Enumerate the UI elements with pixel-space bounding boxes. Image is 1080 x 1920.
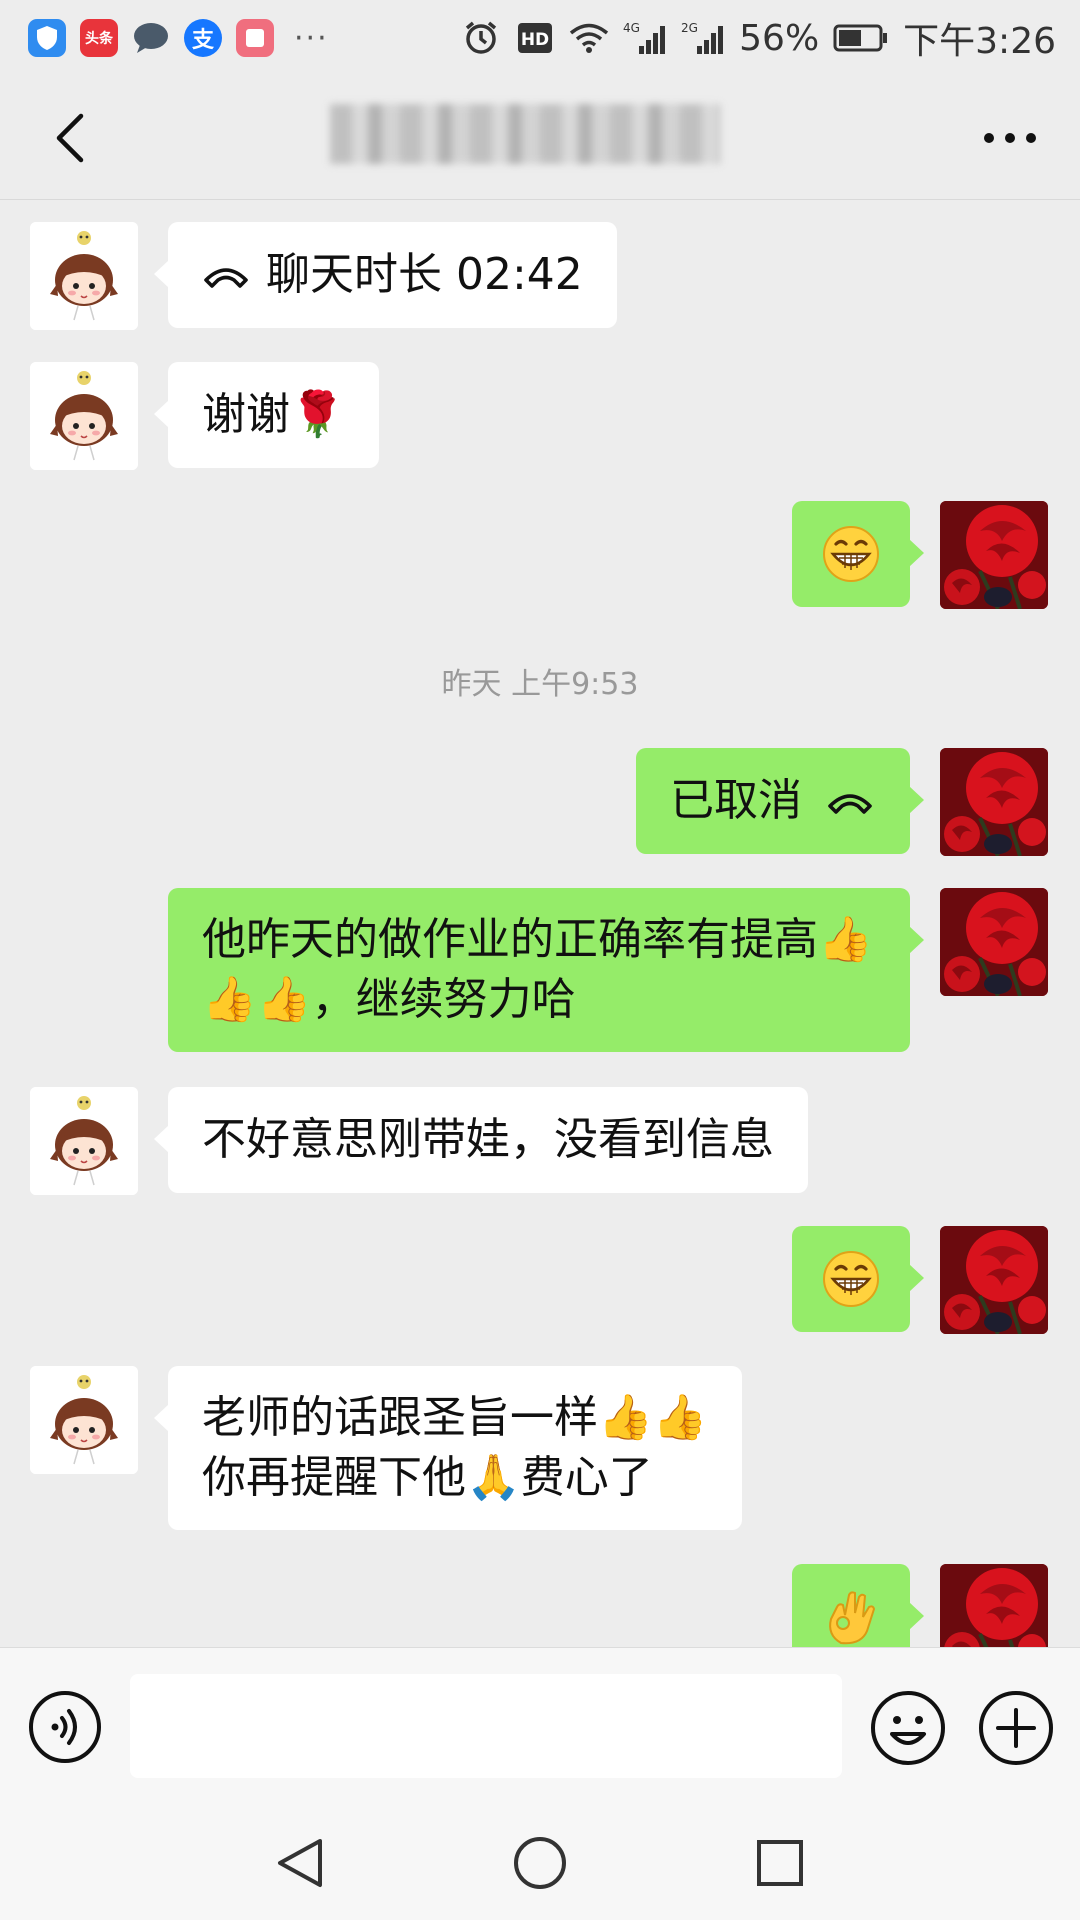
hd-icon: HD bbox=[515, 18, 555, 58]
call-status-text: 已取消 bbox=[670, 775, 802, 826]
more-notifications-indicator: ··· bbox=[294, 20, 329, 56]
square-recents-icon bbox=[757, 1840, 803, 1886]
wifi-icon bbox=[569, 18, 609, 58]
signal-4g-icon: 4G bbox=[623, 18, 667, 58]
message-bubble[interactable]: 老师的话跟圣旨一样👍👍 你再提醒下他🙏费心了 bbox=[154, 1366, 742, 1530]
clock: 下午3:26 bbox=[903, 21, 1056, 62]
message-text-line: 他昨天的做作业的正确率有提高👍 bbox=[202, 914, 873, 965]
circle-home-icon bbox=[514, 1837, 566, 1889]
my-avatar[interactable] bbox=[940, 1564, 1048, 1647]
signal-2g-icon: 2G bbox=[681, 18, 725, 58]
call-duration-text: 聊天时长 02:42 bbox=[266, 249, 583, 300]
message-timestamp: 昨天 上午9:53 bbox=[441, 667, 639, 702]
chat-header bbox=[0, 76, 1080, 200]
message-bubble[interactable]: 他昨天的做作业的正确率有提高👍 👍👍，继续努力哈 bbox=[168, 888, 924, 1052]
status-bar-notifications: 头条 支 ··· bbox=[28, 19, 329, 57]
message-text-line: 你再提醒下他🙏费心了 bbox=[202, 1452, 653, 1503]
more-functions-button[interactable] bbox=[978, 1690, 1054, 1766]
status-bar-system: HD 4G 2G 56% 下午3:26 bbox=[461, 12, 1056, 64]
svg-text:HD: HD bbox=[521, 30, 549, 50]
contact-avatar[interactable] bbox=[30, 1087, 138, 1195]
my-avatar[interactable] bbox=[940, 501, 1048, 609]
call-record-bubble[interactable]: 已取消 bbox=[636, 748, 924, 854]
message-bubble[interactable]: 不好意思刚带娃，没看到信息 bbox=[154, 1087, 808, 1193]
back-button[interactable] bbox=[30, 98, 110, 178]
svg-text:2G: 2G bbox=[681, 21, 698, 35]
contact-avatar[interactable] bbox=[30, 1366, 138, 1474]
emoji-bubble[interactable] bbox=[792, 501, 924, 607]
message-text: 谢谢🌹 bbox=[202, 389, 345, 440]
chat-title-redacted bbox=[330, 104, 720, 164]
nav-home-button[interactable] bbox=[510, 1833, 570, 1893]
shield-app-icon bbox=[28, 19, 66, 57]
reader-app-icon bbox=[236, 19, 274, 57]
phone-icon bbox=[828, 794, 872, 814]
message-input[interactable] bbox=[130, 1674, 842, 1778]
nav-recents-button[interactable] bbox=[750, 1833, 810, 1893]
grin-emoji-icon bbox=[822, 525, 880, 583]
toutiao-app-icon: 头条 bbox=[80, 19, 118, 57]
contact-avatar[interactable] bbox=[30, 222, 138, 330]
message-text-line: 老师的话跟圣旨一样👍👍 bbox=[202, 1392, 708, 1443]
contact-avatar[interactable] bbox=[30, 362, 138, 470]
system-navigation-bar bbox=[0, 1803, 1080, 1920]
phone-icon bbox=[204, 268, 248, 288]
battery-icon bbox=[833, 18, 889, 58]
network-4g-label: 4G bbox=[623, 21, 640, 35]
plus-icon bbox=[979, 1691, 1053, 1765]
more-options-button[interactable] bbox=[970, 98, 1050, 178]
battery-percent: 56% bbox=[739, 17, 820, 59]
voice-icon bbox=[29, 1691, 101, 1763]
chat-app-icon bbox=[132, 19, 170, 57]
ok-hand-emoji-icon bbox=[829, 1591, 876, 1645]
message-bubble[interactable]: 谢谢🌹 bbox=[154, 362, 379, 468]
my-avatar[interactable] bbox=[940, 1226, 1048, 1334]
status-bar: 头条 支 ··· HD 4G 2G 56% 下午3:26 bbox=[0, 0, 1080, 76]
message-list[interactable]: 聊天时长 02:42 谢谢🌹 昨天 上午9:53 已取消 他昨天的做作业的正确率… bbox=[0, 201, 1080, 1647]
emoji-bubble[interactable] bbox=[792, 1564, 924, 1647]
smiley-icon bbox=[871, 1691, 945, 1765]
emoji-button[interactable] bbox=[870, 1690, 946, 1766]
grin-emoji-icon bbox=[822, 1250, 880, 1308]
alarm-icon bbox=[461, 18, 501, 58]
input-bar bbox=[0, 1647, 1080, 1803]
my-avatar[interactable] bbox=[940, 748, 1048, 856]
more-dots-icon bbox=[984, 132, 1036, 143]
message-text: 不好意思刚带娃，没看到信息 bbox=[202, 1114, 774, 1165]
alipay-app-icon: 支 bbox=[184, 19, 222, 57]
call-record-bubble[interactable]: 聊天时长 02:42 bbox=[154, 222, 617, 328]
emoji-bubble[interactable] bbox=[792, 1226, 924, 1332]
my-avatar[interactable] bbox=[940, 888, 1048, 996]
message-text-line: 👍👍，继续努力哈 bbox=[202, 974, 576, 1025]
nav-back-button[interactable] bbox=[270, 1833, 330, 1893]
voice-input-button[interactable] bbox=[28, 1690, 102, 1764]
chevron-left-icon bbox=[56, 113, 84, 162]
triangle-back-icon bbox=[278, 1839, 322, 1887]
